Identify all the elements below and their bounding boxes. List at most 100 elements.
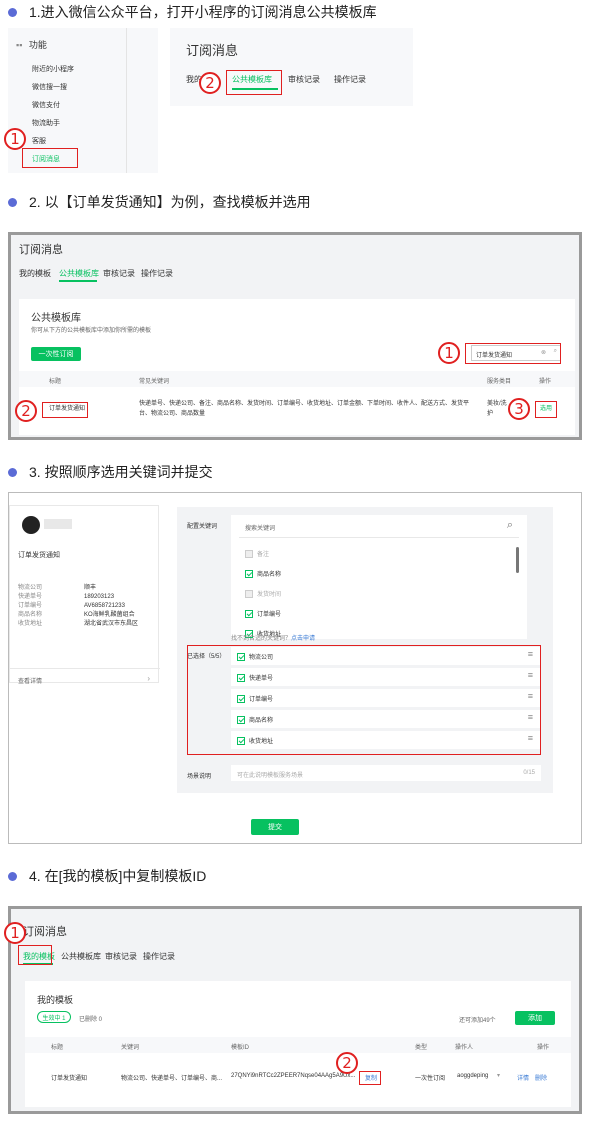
library-desc: 你可从下方的公共模板库中添加你所需的模板 <box>31 328 152 334</box>
tab-underline <box>59 280 97 282</box>
step-1-title: 1.进入微信公众平台，打开小程序的订阅消息公共模板库 <box>8 2 377 22</box>
step-badge: 2 <box>15 400 37 422</box>
step-3-title: 3. 按照顺序选用关键词并提交 <box>8 462 213 482</box>
keyword-option[interactable]: 商品名称 <box>245 565 281 585</box>
tab-log[interactable]: 操作记录 <box>141 268 173 279</box>
divider <box>239 537 519 538</box>
scene-label: 场景说明 <box>187 774 212 780</box>
delete-link[interactable]: 删除 <box>535 1073 547 1082</box>
sidebar-divider <box>126 28 127 173</box>
chevron-right-icon[interactable]: › <box>147 674 150 683</box>
keyword-option[interactable]: 订单编号 <box>245 605 281 625</box>
remaining-count: 还可添加49个 <box>459 1018 496 1024</box>
scrollbar[interactable] <box>516 547 519 573</box>
keyword-options: 备注 商品名称 发货时间 订单编号 收货地址 <box>245 545 281 645</box>
sidebar-item-logistics[interactable]: 物流助手 <box>32 118 60 128</box>
step-badge: 1 <box>4 128 26 150</box>
name-placeholder <box>44 519 72 529</box>
add-button[interactable]: 添加 <box>515 1011 555 1025</box>
bullet-icon <box>8 197 17 207</box>
col-keywords: 关键词 <box>121 1045 140 1051</box>
sidebar-item-nearby[interactable]: 附近的小程序 <box>32 64 74 74</box>
keyword-option[interactable]: 备注 <box>245 545 281 565</box>
col-category: 服务类目 <box>487 379 512 385</box>
step1-main-panel: 订阅消息 我的 公共模板库 审核记录 操作记录 <box>170 28 413 106</box>
preview-card: 订单发货通知 物流公司 顺丰 快递单号 189203123 订单编号 AV685872… <box>9 505 160 685</box>
view-details-link[interactable]: 查看详情 <box>18 676 42 685</box>
submit-button[interactable]: 提交 <box>251 819 299 835</box>
step-4-title: 4. 在[我的模板]中复制模板ID <box>8 866 206 886</box>
tab-review[interactable]: 审核记录 <box>103 268 135 279</box>
search-icon[interactable]: ⌕ <box>507 519 513 532</box>
bullet-icon <box>8 467 17 477</box>
grid-icon: ▪▪ <box>16 40 23 50</box>
highlight-box <box>226 70 282 95</box>
chevron-down-icon: ▾ <box>497 1073 501 1079</box>
highlight-box <box>18 945 52 965</box>
col-template-id: 模板ID <box>231 1045 250 1051</box>
filter-active[interactable]: 生效中 1 <box>37 1011 71 1023</box>
step-badge: 2 <box>199 72 221 94</box>
step-badge: 1 <box>4 922 26 944</box>
tab-review[interactable]: 审核记录 <box>288 74 320 85</box>
table-header: 标题 关键词 模板ID 类型 操作人 操作 <box>25 1037 571 1053</box>
apply-link[interactable]: 点击申请 <box>291 636 315 642</box>
sidebar-item-search[interactable]: 微信搜一搜 <box>32 82 67 92</box>
row-operator: aoggdeping <box>457 1073 489 1079</box>
not-found-text: 找不到合适的关键词？点击申请 <box>231 636 316 642</box>
page-title: 订阅消息 <box>186 43 239 58</box>
highlight-box <box>42 402 88 418</box>
step2-frame: 订阅消息 我的模板 公共模板库 审核记录 操作记录 公共模板库 你可从下方的公共… <box>8 232 582 440</box>
row-type: 一次性订阅 <box>415 1076 446 1082</box>
step-2-title: 2. 以【订单发货通知】为例，查找模板并选用 <box>8 192 311 212</box>
avatar <box>22 516 40 534</box>
row-keywords: 物流公司、快递单号、订单编号、商... <box>121 1076 223 1082</box>
col-type: 类型 <box>415 1045 428 1051</box>
col-action: 操作 <box>539 379 552 385</box>
col-action: 操作 <box>537 1045 550 1051</box>
tab-my-templates[interactable]: 我的模板 <box>19 268 51 279</box>
tab-public-lib[interactable]: 公共模板库 <box>59 268 99 279</box>
keyword-option[interactable]: 发货时间 <box>245 585 281 605</box>
table-header: 标题 常见关键词 服务类目 操作 <box>19 371 575 387</box>
preview-title: 订单发货通知 <box>18 552 60 559</box>
preview-fields: 物流公司 顺丰 快递单号 189203123 订单编号 AV6858721233 商品… <box>18 585 139 627</box>
templates-card: 我的模板 生效中 1 已删除 0 还可添加49个 添加 标题 关键词 模板ID … <box>25 981 571 1107</box>
keyword-search-input[interactable]: 搜索关键词 <box>245 523 275 532</box>
tab-public-lib[interactable]: 公共模板库 <box>61 951 101 962</box>
keyword-picker: 搜索关键词 ⌕ 备注 商品名称 发货时间 订单编号 收货地址 <box>231 515 527 639</box>
table-row: 订单发货通知 快递单号、快递公司、备注、商品名称、发货时间、订单编号、收货地址、… <box>19 393 575 429</box>
tab-log[interactable]: 操作记录 <box>334 74 366 85</box>
row-template-id: 27QNYi9nRTCc2ZPEER7Nqse04AAg5A9Ux... <box>231 1073 356 1079</box>
filter-deleted[interactable]: 已删除 0 <box>79 1014 102 1023</box>
highlight-box <box>22 148 78 168</box>
row-title: 订单发货通知 <box>51 1076 88 1082</box>
divider <box>10 668 160 669</box>
tab-review[interactable]: 审核记录 <box>105 951 137 962</box>
tab-log[interactable]: 操作记录 <box>143 951 175 962</box>
detail-link[interactable]: 详情 <box>517 1073 529 1082</box>
col-keywords: 常见关键词 <box>139 379 170 385</box>
config-label: 配置关键词 <box>187 524 218 530</box>
highlight-box <box>535 401 557 418</box>
step-badge: 1 <box>438 342 460 364</box>
char-count: 0/15 <box>523 770 535 776</box>
sidebar-item-service[interactable]: 客服 <box>32 136 46 146</box>
sidebar-header: ▪▪ 功能 <box>16 40 47 50</box>
col-operator: 操作人 <box>455 1045 474 1051</box>
page-title: 订阅消息 <box>23 926 67 938</box>
once-subscribe-button[interactable]: 一次性订阅 <box>31 347 81 361</box>
section-title: 我的模板 <box>37 995 74 1005</box>
library-title: 公共模板库 <box>31 313 81 324</box>
col-title: 标题 <box>51 1045 64 1051</box>
row-keywords: 快递单号、快递公司、备注、商品名称、发货时间、订单编号、收货地址、订单金额、下单… <box>139 401 470 417</box>
step4-frame: 订阅消息 我的模板 公共模板库 审核记录 操作记录 我的模板 生效中 1 已删除… <box>8 906 582 1114</box>
bullet-icon <box>8 7 17 17</box>
step-badge: 2 <box>336 1052 358 1074</box>
page-title: 订阅消息 <box>19 244 63 256</box>
sidebar-item-pay[interactable]: 微信支付 <box>32 100 60 110</box>
col-title: 标题 <box>49 379 62 385</box>
scene-input[interactable]: 可在此说明模板服务场景 0/15 <box>231 765 541 781</box>
bullet-icon <box>8 871 17 881</box>
library-card: 公共模板库 你可从下方的公共模板库中添加你所需的模板 一次性订阅 订单发货通知 … <box>19 299 575 435</box>
